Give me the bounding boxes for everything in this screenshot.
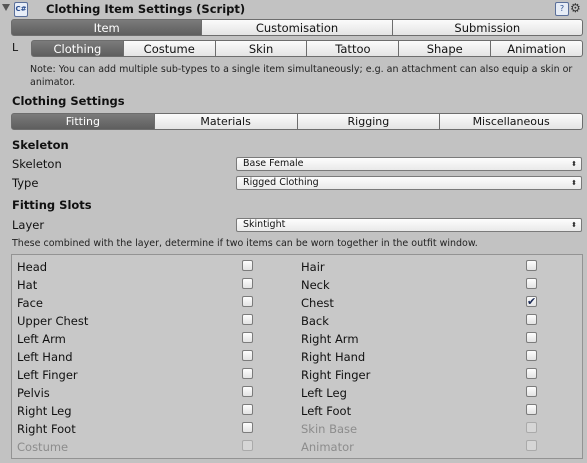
tab-fitting[interactable]: Fitting (11, 113, 155, 130)
slot-label-face: Face (17, 296, 44, 310)
slot-label-head: Head (17, 260, 48, 274)
dropdown-arrow-icon: ⬍ (571, 179, 577, 187)
slot-checkbox-head[interactable] (242, 260, 253, 271)
slot-checkbox-hat[interactable] (242, 278, 253, 289)
slot-label-right-foot: Right Foot (17, 422, 76, 436)
type-dropdown-value: Rigged Clothing (243, 177, 319, 188)
subtype-note: Note: You can add multiple sub-types to … (30, 64, 573, 88)
slot-label-right-leg: Right Leg (17, 404, 72, 418)
tab-tattoo[interactable]: Tattoo (307, 40, 400, 57)
layer-dropdown-value: Skintight (243, 219, 286, 230)
slot-row: Upper Chest Back (12, 312, 582, 330)
slot-checkbox-right-leg[interactable] (242, 404, 253, 415)
slot-row: Face Chest ✔ (12, 294, 582, 312)
slot-checkbox-left-foot[interactable] (526, 404, 537, 415)
tab-submission[interactable]: Submission (392, 19, 583, 36)
slot-row: Left Arm Right Arm (12, 330, 582, 348)
slot-checkbox-left-leg[interactable] (526, 386, 537, 397)
fitting-slots-heading: Fitting Slots (12, 198, 92, 212)
tab-costume[interactable]: Costume (123, 40, 216, 57)
layer-dropdown[interactable]: Skintight ⬍ (236, 218, 582, 232)
slot-checkbox-right-hand[interactable] (526, 350, 537, 361)
component-title: Clothing Item Settings (Script) (46, 2, 246, 16)
slot-row: Right Foot Skin Base (12, 420, 582, 438)
slot-checkbox-costume (242, 440, 253, 451)
slot-checkbox-right-foot[interactable] (242, 422, 253, 433)
slot-label-back: Back (301, 314, 329, 328)
slot-row: Hat Neck (12, 276, 582, 294)
slot-label-left-leg: Left Leg (301, 386, 347, 400)
slot-checkbox-right-finger[interactable] (526, 368, 537, 379)
slot-row: Right Leg Left Foot (12, 402, 582, 420)
slot-label-upper-chest: Upper Chest (17, 314, 89, 328)
slot-row: Pelvis Left Leg (12, 384, 582, 402)
tab-rigging[interactable]: Rigging (297, 113, 441, 130)
tab-miscellaneous[interactable]: Miscellaneous (440, 113, 583, 130)
slot-checkbox-neck[interactable] (526, 278, 537, 289)
layer-hint: These combined with the layer, determine… (12, 238, 478, 249)
item-type-tab-bar: Clothing Costume Skin Tattoo Shape Anima… (31, 40, 583, 57)
slot-label-left-foot: Left Foot (301, 404, 352, 418)
dropdown-arrow-icon: ⬍ (571, 221, 577, 229)
slot-checkbox-left-arm[interactable] (242, 332, 253, 343)
slot-label-pelvis: Pelvis (17, 386, 50, 400)
fitting-slots-grid: Head Hair Hat Neck Face Chest ✔ Upper Chest Back… (11, 254, 583, 459)
tab-skin[interactable]: Skin (215, 40, 308, 57)
checkmark-icon: ✔ (527, 295, 537, 308)
tab-customisation[interactable]: Customisation (202, 19, 393, 36)
slot-label-right-arm: Right Arm (301, 332, 359, 346)
gear-icon[interactable]: ⚙ (570, 1, 581, 15)
slot-checkbox-animator (526, 440, 537, 451)
slot-label-right-hand: Right Hand (301, 350, 366, 364)
slot-checkbox-upper-chest[interactable] (242, 314, 253, 325)
slot-label-right-finger: Right Finger (301, 368, 371, 382)
tab-animation[interactable]: Animation (491, 40, 583, 57)
type-dropdown[interactable]: Rigged Clothing ⬍ (236, 176, 582, 190)
slot-label-costume: Costume (17, 440, 69, 454)
script-icon: C# (14, 2, 28, 17)
type-label: Type (12, 176, 39, 190)
slot-checkbox-back[interactable] (526, 314, 537, 325)
slot-checkbox-pelvis[interactable] (242, 386, 253, 397)
slot-label-skin-base: Skin Base (301, 422, 358, 436)
layer-label: Layer (12, 218, 45, 232)
foldout-arrow-icon[interactable] (2, 4, 10, 11)
slot-label-neck: Neck (301, 278, 330, 292)
slot-row: Costume Animator (12, 438, 582, 456)
slot-checkbox-hair[interactable] (526, 260, 537, 271)
slot-checkbox-left-hand[interactable] (242, 350, 253, 361)
slot-label-left-hand: Left Hand (17, 350, 73, 364)
tab-clothing[interactable]: Clothing (31, 40, 124, 57)
slot-label-hair: Hair (301, 260, 325, 274)
skeleton-heading: Skeleton (12, 138, 69, 152)
slot-label-left-finger: Left Finger (17, 368, 78, 382)
skeleton-dropdown-value: Base Female (243, 158, 304, 169)
tab-materials[interactable]: Materials (154, 113, 298, 130)
component-header: C# Clothing Item Settings (Script) ? ⚙ (0, 0, 587, 18)
skeleton-label: Skeleton (12, 157, 62, 171)
clothing-settings-tab-bar: Fitting Materials Rigging Miscellaneous (11, 113, 583, 130)
subtab-indent-marker: L (12, 41, 19, 54)
slot-checkbox-left-finger[interactable] (242, 368, 253, 379)
slot-label-left-arm: Left Arm (17, 332, 66, 346)
main-tab-bar: Item Customisation Submission (11, 19, 583, 36)
tab-item[interactable]: Item (11, 19, 203, 36)
slot-row: Left Hand Right Hand (12, 348, 582, 366)
slot-checkbox-chest[interactable]: ✔ (526, 296, 537, 307)
dropdown-arrow-icon: ⬍ (571, 160, 577, 168)
clothing-settings-heading: Clothing Settings (12, 94, 125, 108)
slot-label-hat: Hat (17, 278, 38, 292)
slot-checkbox-right-arm[interactable] (526, 332, 537, 343)
slot-checkbox-skin-base (526, 422, 537, 433)
skeleton-dropdown[interactable]: Base Female ⬍ (236, 157, 582, 171)
slot-label-chest: Chest (301, 296, 334, 310)
slot-checkbox-face[interactable] (242, 296, 253, 307)
slot-row: Head Hair (12, 258, 582, 276)
tab-shape[interactable]: Shape (399, 40, 492, 57)
slot-label-animator: Animator (301, 440, 354, 454)
help-icon[interactable]: ? (555, 2, 569, 16)
slot-row: Left Finger Right Finger (12, 366, 582, 384)
